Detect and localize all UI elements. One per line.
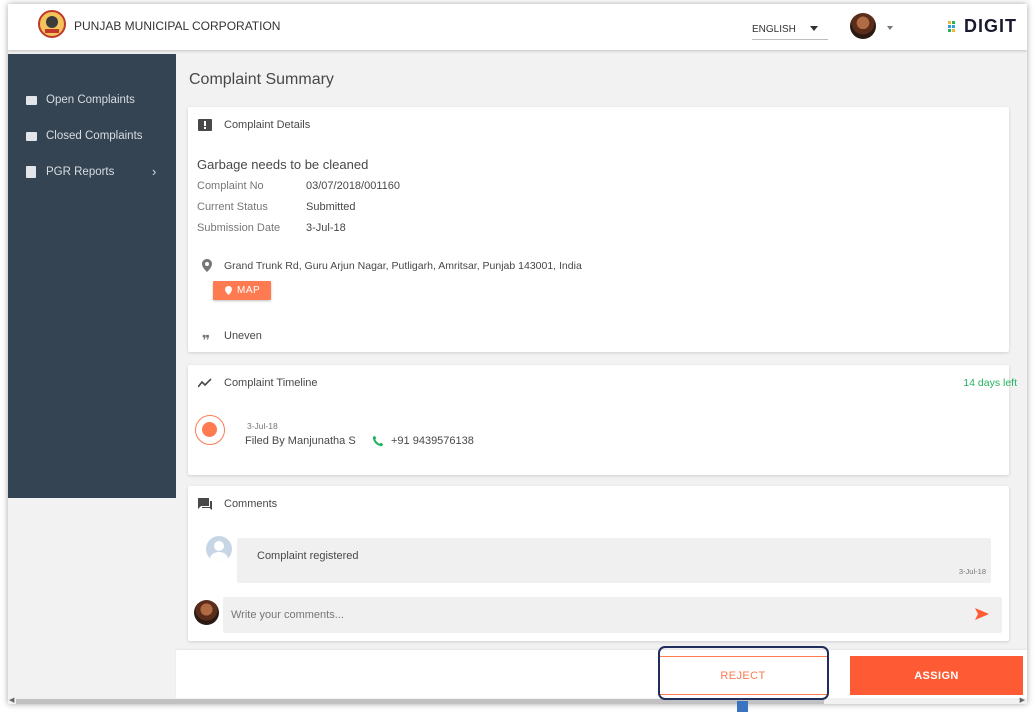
language-select[interactable]: ENGLISH <box>752 20 828 40</box>
sidebar-item-pgr-reports[interactable]: PGR Reports › <box>8 162 176 186</box>
digit-logo: DIGIT <box>964 16 1017 36</box>
timeline-icon <box>198 378 212 388</box>
field-label: Submission Date <box>197 222 281 234</box>
comment-text: Complaint registered <box>257 550 359 562</box>
chat-icon <box>198 498 212 510</box>
timeline-date: 3-Jul-18 <box>247 421 278 431</box>
timeline-filed-by: Filed By Manjunatha S <box>245 435 356 447</box>
complaint-number: 03/07/2018/001160 <box>306 180 400 192</box>
map-label: MAP <box>237 285 261 296</box>
language-value: ENGLISH <box>752 24 796 35</box>
user-avatar[interactable] <box>850 13 876 39</box>
org-name: PUNJAB MUNICIPAL CORPORATION <box>74 19 281 33</box>
phone-icon[interactable] <box>372 435 384 447</box>
avatar <box>206 536 232 562</box>
sidebar-item-label: Open Complaints <box>46 94 135 106</box>
caret-down-icon <box>810 26 818 31</box>
digit-logo-icon <box>948 21 955 32</box>
map-button[interactable]: MAP <box>213 281 271 300</box>
sidebar-item-label: Closed Complaints <box>46 130 143 142</box>
top-header: PUNJAB MUNICIPAL CORPORATION ENGLISH DIG… <box>8 4 1027 50</box>
action-bar: REJECT ASSIGN <box>176 650 1027 700</box>
location-icon <box>225 286 232 295</box>
timeline-event-icon <box>195 415 225 445</box>
days-left-badge: 14 days left <box>963 377 1017 389</box>
chevron-right-icon: › <box>152 164 157 179</box>
comment-item: Complaint registered 3-Jul-18 <box>237 538 991 583</box>
sidebar-item-label: PGR Reports <box>46 166 115 178</box>
comments-card: Comments Complaint registered 3-Jul-18 <box>188 486 1009 641</box>
horizontal-scrollbar[interactable]: ◀ ▶ <box>8 696 1027 704</box>
send-icon[interactable] <box>975 608 989 620</box>
current-user-avatar <box>194 600 219 625</box>
app-frame: PUNJAB MUNICIPAL CORPORATION ENGLISH DIG… <box>8 4 1027 704</box>
location-icon <box>202 259 212 272</box>
card-heading: Comments <box>224 498 278 510</box>
sidebar: Open Complaints Closed Complaints PGR Re… <box>8 54 176 498</box>
complaint-title: Garbage needs to be cleaned <box>197 157 369 172</box>
complaint-status: Submitted <box>306 201 356 213</box>
scroll-right-icon[interactable]: ▶ <box>1020 696 1025 704</box>
comment-date: 3-Jul-18 <box>958 567 986 576</box>
timeline-phone[interactable]: +91 9439576138 <box>391 435 474 447</box>
complaint-address: Grand Trunk Rd, Guru Arjun Nagar, Putlig… <box>224 260 582 272</box>
complaint-comment: Uneven <box>224 330 262 342</box>
field-label: Current Status <box>197 201 268 213</box>
complaint-details-card: Complaint Details Garbage needs to be cl… <box>188 107 1009 352</box>
sidebar-item-open-complaints[interactable]: Open Complaints <box>8 90 176 114</box>
comment-alert-icon <box>198 119 212 131</box>
page-title: Complaint Summary <box>189 71 334 88</box>
assign-button[interactable]: ASSIGN <box>850 656 1023 695</box>
folder-icon <box>26 96 37 105</box>
scrollbar-thumb[interactable] <box>16 699 824 704</box>
submission-date: 3-Jul-18 <box>306 222 346 234</box>
quote-icon: ❞ <box>202 332 211 348</box>
card-heading: Complaint Timeline <box>224 377 318 389</box>
reject-button[interactable]: REJECT <box>658 656 828 695</box>
scroll-left-icon[interactable]: ◀ <box>9 696 14 704</box>
cursor-marker <box>737 701 748 712</box>
emblem-logo <box>38 10 66 38</box>
complaint-timeline-card: Complaint Timeline 14 days left 3-Jul-18… <box>188 365 1017 475</box>
folder-icon <box>26 132 37 141</box>
caret-down-icon[interactable] <box>887 26 893 30</box>
report-icon <box>26 166 36 178</box>
field-label: Complaint No <box>197 180 264 192</box>
comment-input[interactable] <box>223 597 1002 633</box>
sidebar-item-closed-complaints[interactable]: Closed Complaints <box>8 126 176 150</box>
card-heading: Complaint Details <box>224 119 311 131</box>
